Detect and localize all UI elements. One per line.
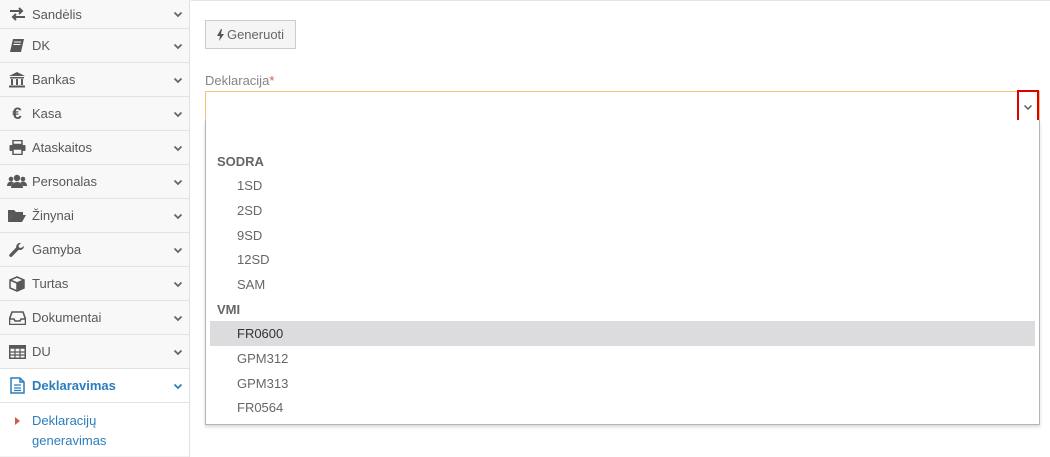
chevron-down-icon — [173, 349, 183, 355]
dropdown-option[interactable]: SAM — [210, 272, 1035, 297]
chevron-down-icon — [173, 247, 183, 253]
book-icon — [6, 37, 28, 55]
sidebar-item-label: Ataskaitos — [32, 140, 92, 155]
declaration-label-text: Deklaracija — [205, 73, 270, 88]
chevron-down-icon — [173, 179, 183, 185]
folder-open-icon — [6, 207, 28, 225]
sidebar-item-label: DK — [32, 38, 51, 53]
generate-button[interactable]: Generuoti — [205, 20, 296, 49]
sidebar-subitem-deklaraciju-generavimas[interactable]: Deklaracijų generavimas — [0, 403, 189, 456]
sidebar-item-label: Sandėlis — [32, 6, 82, 22]
sidebar-item-zinynai[interactable]: Žinynai — [0, 199, 189, 233]
chevron-down-icon — [173, 43, 183, 49]
sidebar-item-dk[interactable]: DK — [0, 29, 189, 63]
sidebar-item-label: Kasa — [32, 106, 62, 121]
declaration-select[interactable] — [205, 90, 1040, 123]
sidebar-item-bankas[interactable]: Bankas — [0, 63, 189, 97]
declaration-label: Deklaracija* — [205, 73, 274, 88]
chevron-down-icon — [1024, 104, 1032, 110]
required-mark: * — [269, 73, 275, 88]
sidebar: Sandėlis DK Bankas € Kasa Ataskaitos Per… — [0, 0, 190, 457]
declaration-dropdown: SODRA 1SD 2SD 9SD 12SD SAM VMI FR0600 GP… — [205, 120, 1040, 425]
chevron-down-icon — [173, 77, 183, 83]
sidebar-item-ataskaitos[interactable]: Ataskaitos — [0, 131, 189, 165]
dropdown-option[interactable]: GPM312 — [210, 346, 1035, 371]
chevron-down-icon — [173, 281, 183, 287]
dropdown-option[interactable]: 9SD — [210, 223, 1035, 248]
print-icon — [6, 139, 28, 157]
sidebar-item-sandelis[interactable]: Sandėlis — [0, 0, 189, 29]
inbox-icon — [6, 309, 28, 327]
caret-right-icon — [15, 417, 20, 425]
submenu-label-line2: generavimas — [32, 433, 107, 448]
sidebar-item-label: Personalas — [32, 174, 98, 189]
dropdown-option[interactable]: 12SD — [210, 247, 1035, 272]
sidebar-item-dokumentai[interactable]: Dokumentai — [0, 301, 189, 335]
exchange-icon — [6, 5, 28, 23]
sidebar-item-label: Žinynai — [32, 208, 74, 223]
sidebar-item-gamyba[interactable]: Gamyba — [0, 233, 189, 267]
dropdown-option[interactable]: 2SD — [210, 198, 1035, 223]
sidebar-item-du[interactable]: DU — [0, 335, 189, 369]
bank-icon — [6, 71, 28, 89]
chevron-down-icon — [173, 213, 183, 219]
chevron-down-icon — [173, 111, 183, 117]
option-group-label: SODRA — [217, 154, 264, 169]
sidebar-item-label: Gamyba — [32, 242, 82, 257]
sidebar-item-personalas[interactable]: Personalas — [0, 165, 189, 199]
users-icon — [6, 173, 28, 191]
dropdown-option-highlighted[interactable]: FR0600 — [210, 321, 1035, 346]
file-text-icon — [6, 377, 28, 395]
submenu-label-line1: Deklaracijų — [32, 413, 97, 428]
select-toggle-button[interactable] — [1017, 90, 1039, 123]
dropdown-option[interactable]: 1SD — [210, 173, 1035, 198]
chevron-down-icon — [173, 383, 183, 389]
chevron-down-icon — [173, 11, 183, 18]
option-group-label: VMI — [217, 302, 241, 317]
chevron-down-icon — [173, 315, 183, 321]
sidebar-item-label: DU — [32, 344, 51, 359]
chevron-down-icon — [173, 145, 183, 151]
sidebar-item-label: Bankas — [32, 72, 76, 87]
bolt-icon — [216, 28, 224, 41]
table-icon — [6, 343, 28, 361]
sidebar-item-turtas[interactable]: Turtas — [0, 267, 189, 301]
dropdown-option[interactable]: FR0564 — [210, 395, 1035, 420]
sidebar-item-label: Turtas — [32, 276, 69, 291]
euro-icon: € — [12, 103, 22, 123]
sidebar-item-kasa[interactable]: € Kasa — [0, 97, 189, 131]
wrench-icon — [6, 241, 28, 259]
sidebar-item-deklaravimas[interactable]: Deklaravimas — [0, 369, 189, 403]
main-content: Generuoti Deklaracija* SODRA 1SD 2SD 9SD… — [191, 0, 1050, 457]
sidebar-item-label: Deklaravimas — [32, 378, 116, 393]
sidebar-item-label: Dokumentai — [32, 310, 102, 325]
dropdown-option[interactable]: GPM313 — [210, 371, 1035, 396]
generate-button-label: Generuoti — [226, 27, 285, 42]
cube-icon — [6, 275, 28, 293]
